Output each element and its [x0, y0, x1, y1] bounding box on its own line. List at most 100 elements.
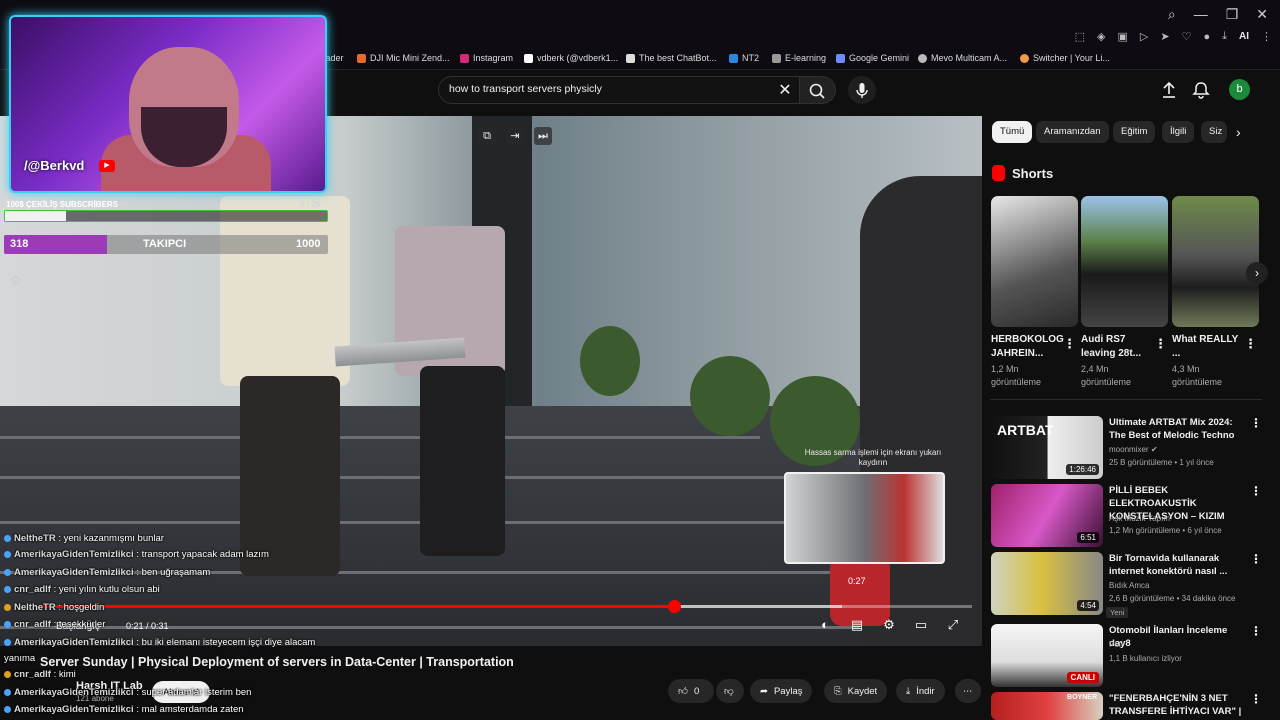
chip-related[interactable]: İlgili [1162, 121, 1195, 143]
rec-title[interactable]: "FENERBAHÇE'NİN 3 NET TRANSFERE İHTİYACI… [1109, 692, 1245, 720]
fullscreen-icon[interactable]: ⤢ [944, 617, 962, 633]
enter-icon[interactable]: ⇥ [506, 127, 524, 145]
chip-all[interactable]: Tümü [992, 121, 1033, 143]
like-button[interactable]: 👍︎ 0 [668, 679, 714, 703]
rec-menu-icon[interactable]: ⋮ [1250, 484, 1262, 498]
share-icon: ➦ [760, 685, 768, 697]
play-icon[interactable]: ▷ [1140, 30, 1148, 43]
download-button[interactable]: ⤓ İndir [896, 679, 945, 703]
avatar[interactable]: b [1229, 79, 1250, 100]
bookmark[interactable]: E-learning [772, 53, 826, 63]
notifications-icon[interactable] [1192, 80, 1210, 105]
chat-badge-icon [4, 568, 11, 576]
rec-channel: moonmixer ✔ [1109, 445, 1158, 454]
chat-text: bu iki elemanı isteyecem işçi diye alaca… [141, 637, 316, 648]
chat-username: cnr_adlf [14, 584, 51, 595]
close-window-icon[interactable]: ✕ [1256, 6, 1268, 23]
short-title[interactable]: What REALLY ... [1172, 333, 1248, 361]
rec-thumbnail[interactable]: 6:51 [991, 484, 1103, 547]
short-title[interactable]: Audi RS7 leaving 28t... [1081, 333, 1157, 361]
short-views: 1,2 Mn görüntüleme [991, 364, 1042, 387]
upload-icon[interactable] [1160, 80, 1178, 105]
tiktok-icon [524, 53, 533, 63]
rec-thumbnail[interactable]: ARTBAT 1:26:46 [991, 416, 1103, 479]
search-button[interactable] [800, 76, 836, 104]
restore-icon[interactable]: ❐ [1226, 6, 1239, 23]
short-menu-icon[interactable]: ⋮ [1244, 336, 1257, 352]
chat-separator: : [133, 567, 142, 578]
settings-icon[interactable]: ⚙ [880, 617, 898, 633]
video-title: Server Sunday | Physical Deployment of s… [40, 655, 514, 669]
short-menu-icon[interactable]: ⋮ [1154, 336, 1167, 352]
seek-preview-thumbnail [784, 472, 945, 564]
rec-title[interactable]: Ultimate ARTBAT Mix 2024: The Best of Me… [1109, 416, 1245, 442]
short-thumbnail[interactable] [1081, 196, 1168, 327]
theater-mode-icon[interactable]: ▭ [912, 617, 930, 633]
share-button[interactable]: ➦ Paylaş [750, 679, 813, 703]
dislike-button[interactable]: 👎︎ [716, 679, 744, 703]
progress-scrubber[interactable] [667, 600, 681, 613]
skip-icon[interactable]: ⏭ [534, 127, 552, 145]
clear-search-icon[interactable]: ✕ [777, 80, 793, 100]
minimize-icon[interactable]: — [1194, 6, 1208, 23]
rec-menu-icon[interactable]: ⋮ [1250, 552, 1262, 566]
chat-message: AmerikayaGidenTemizlikci : super adamlar… [4, 687, 251, 698]
video-duration: 1:26:46 [1066, 464, 1099, 475]
miniplayer-icon[interactable]: ⧉ [478, 127, 496, 145]
chat-badge-icon [4, 705, 11, 713]
send-icon[interactable]: ➤ [1160, 30, 1169, 43]
menu-icon[interactable]: ⋮ [1261, 30, 1272, 43]
bookmark[interactable]: vdberk (@vdberk1... [524, 53, 618, 63]
extension-icon[interactable]: ⬚ [1075, 30, 1085, 43]
save-button[interactable]: ⎘ Kaydet [824, 679, 888, 703]
bookmark[interactable]: Instagram [460, 53, 513, 63]
short-thumbnail[interactable] [991, 196, 1078, 327]
bookmark[interactable]: Mevo Multicam A... [918, 53, 1007, 63]
rec-menu-icon[interactable]: ⋮ [1250, 624, 1262, 638]
rec-thumbnail[interactable]: 4:54 [991, 552, 1103, 615]
chat-username: AmerikayaGidenTemizlikci [14, 567, 134, 578]
seek-preview-hint: Hassas sarma işlemi için ekranı yukarı k… [804, 448, 942, 467]
short-menu-icon[interactable]: ⋮ [1063, 336, 1076, 352]
rec-thumbnail[interactable]: BOYNER [991, 692, 1103, 720]
short-views: 4,3 Mn görüntüleme [1172, 364, 1223, 387]
shield-icon[interactable]: ◈ [1097, 30, 1105, 43]
chevron-right-icon[interactable]: › [1236, 124, 1241, 140]
bookmark[interactable]: Google Gemini [836, 53, 909, 63]
gear-icon[interactable]: ⚙ [10, 273, 22, 289]
download-icon[interactable]: ⤓ [1222, 30, 1227, 43]
rec-menu-icon[interactable]: ⋮ [1250, 692, 1262, 706]
short-title[interactable]: HERBOKOLOG JAHREIN... [991, 333, 1067, 361]
chat-separator: : [50, 619, 59, 630]
bookmark[interactable]: NT2 [729, 53, 759, 63]
profile-icon[interactable]: ● [1203, 31, 1210, 43]
chip-education[interactable]: Eğitim [1113, 121, 1156, 143]
chip-from-search[interactable]: Aramanızdan [1036, 121, 1109, 143]
chip-for-you[interactable]: Siz [1201, 121, 1227, 143]
time-display: 0:21 / 0:31 [126, 621, 169, 631]
rec-title[interactable]: Bir Tornavida kullanarak internet konekt… [1109, 552, 1245, 578]
shorts-next-button[interactable]: › [1246, 262, 1268, 284]
seek-preview-time: 0:27 [848, 576, 866, 586]
bookmark[interactable]: DJI Mic Mini Zend... [357, 53, 450, 63]
short-thumbnail[interactable] [1172, 196, 1259, 327]
heart-icon[interactable]: ♡ [1182, 30, 1192, 43]
subtitles-icon[interactable]: ▤ [848, 617, 866, 633]
autoplay-toggle-icon[interactable]: ◐ [816, 617, 834, 633]
stair-edge [0, 476, 790, 479]
search-input[interactable]: how to transport servers physicly [449, 83, 602, 95]
chat-message: yanıma [4, 653, 35, 664]
rec-thumbnail[interactable]: CANLI [991, 624, 1103, 687]
search-tabs-icon[interactable]: ⌕ [1168, 6, 1176, 23]
extension-icon[interactable]: ▣ [1118, 30, 1128, 43]
bookmark[interactable]: Switcher | Your Li... [1020, 53, 1110, 63]
bookmark[interactable]: The best ChatBot... [626, 53, 717, 63]
rec-menu-icon[interactable]: ⋮ [1250, 416, 1262, 430]
chat-badge-icon [4, 638, 11, 646]
bookmark-icon [357, 53, 366, 63]
more-actions-button[interactable]: ⋯ [955, 679, 981, 703]
goal-label: 100$ ÇEKİLİŞ SUBSCRİBERS [6, 200, 119, 209]
rec-title[interactable]: Otomobil İlanları İnceleme day8 [1109, 624, 1245, 650]
voice-search-button[interactable] [848, 76, 876, 104]
ai-icon[interactable]: AI [1239, 31, 1249, 42]
